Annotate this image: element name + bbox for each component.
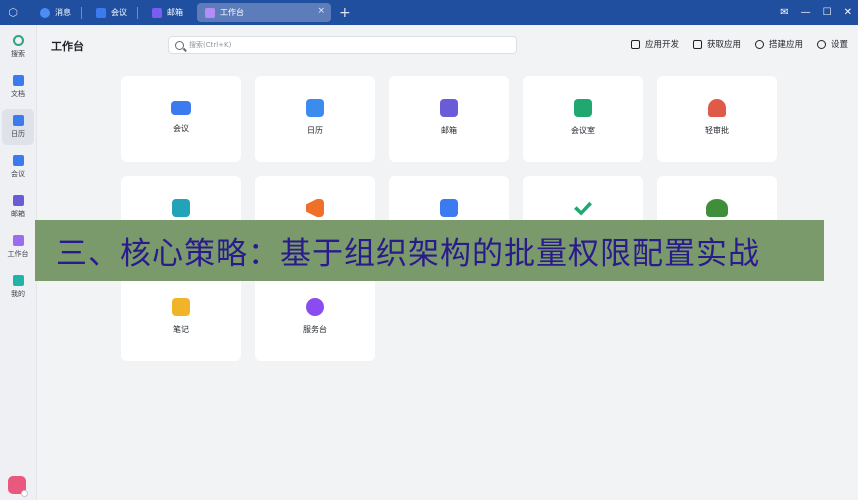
megaphone-icon (306, 199, 324, 217)
app-card-approval[interactable]: 轻审批 (657, 76, 777, 162)
tab-workbench[interactable]: 工作台 × (197, 3, 331, 22)
workbench-icon (12, 235, 24, 246)
build-app-button[interactable]: 搭建应用 (754, 38, 803, 50)
minimize-button[interactable]: — (801, 7, 811, 18)
rail-label: 我的 (11, 290, 25, 298)
rail-label: 文档 (11, 90, 25, 98)
build-app-icon (754, 39, 764, 49)
service-agent-icon (306, 298, 324, 316)
rail-label: 会议 (11, 170, 25, 178)
tab-label: 工作台 (220, 8, 244, 17)
app-label: 服务台 (303, 325, 327, 334)
rail-item-docs[interactable]: 文档 (2, 69, 34, 105)
notes-edit-icon (440, 199, 458, 217)
search-icon (12, 35, 24, 46)
notebook-icon (172, 298, 190, 316)
overlay-banner: 三、核心策略：基于组织架构的批量权限配置实战 (35, 220, 824, 281)
maximize-button[interactable]: ☐ (823, 7, 832, 18)
tab-messages[interactable]: 消息 (26, 0, 81, 25)
banner-text: 三、核心策略：基于组织架构的批量权限配置实战 (56, 236, 760, 272)
calendar-icon (306, 99, 324, 117)
settings-button[interactable]: 设置 (816, 38, 848, 50)
search-icon (175, 40, 184, 50)
check-icon (574, 201, 592, 216)
rail-item-calendar[interactable]: 日历 (2, 109, 34, 145)
rail-item-me[interactable]: 我的 (2, 269, 34, 305)
mailbox-icon (12, 195, 24, 206)
app-label: 笔记 (173, 325, 189, 334)
rail-item-mailbox[interactable]: 邮箱 (2, 189, 34, 225)
mailbox-icon (440, 99, 458, 117)
header-actions: 应用开发 获取应用 搭建应用 设置 (630, 38, 848, 50)
rail-item-meetings[interactable]: 会议 (2, 149, 34, 185)
rail-label: 邮箱 (11, 210, 25, 218)
tab-meetings[interactable]: 会议 (82, 0, 137, 25)
app-card-service-desk[interactable]: 服务台 (255, 275, 375, 361)
app-label: 会议 (173, 124, 189, 133)
user-cube-icon (12, 275, 24, 286)
title-bar: ⬡ 消息 会议 邮箱 工作台 × + ✉ — ☐ ✕ (0, 0, 858, 25)
document-icon (12, 75, 24, 86)
app-label: 日历 (307, 126, 323, 135)
rail-item-search[interactable]: 搜索 (2, 29, 34, 65)
action-label: 应用开发 (644, 40, 679, 50)
status-dot-icon (21, 490, 28, 497)
search-box[interactable] (168, 36, 517, 54)
action-label: 搭建应用 (768, 40, 803, 50)
chat-icon[interactable]: ✉ (780, 7, 788, 18)
gear-icon (816, 39, 826, 49)
video-camera-icon (96, 7, 106, 18)
action-label: 设置 (830, 40, 848, 50)
app-label: 轻审批 (705, 126, 729, 135)
video-camera-icon (171, 101, 191, 115)
team-icon (706, 199, 728, 217)
app-develop-icon (630, 39, 640, 49)
action-label: 获取应用 (706, 40, 741, 50)
app-logo-icon: ⬡ (8, 6, 18, 19)
video-camera-icon (12, 155, 24, 166)
tab-mailbox[interactable]: 邮箱 (138, 0, 193, 25)
printer-icon (172, 199, 190, 217)
app-card-notebook[interactable]: 笔记 (121, 275, 241, 361)
rail-label: 日历 (11, 130, 25, 138)
app-develop-button[interactable]: 应用开发 (630, 38, 679, 50)
rail-item-workbench[interactable]: 工作台 (2, 229, 34, 265)
calendar-icon (12, 115, 24, 126)
rail-label: 搜索 (11, 50, 25, 58)
window-controls: ✉ — ☐ ✕ (780, 0, 852, 25)
stamp-icon (708, 99, 726, 117)
tab-label: 消息 (55, 8, 71, 17)
get-app-button[interactable]: 获取应用 (692, 38, 741, 50)
close-icon[interactable]: × (317, 6, 325, 16)
meeting-room-icon (574, 99, 592, 117)
app-label: 会议室 (571, 126, 595, 135)
new-tab-button[interactable]: + (339, 5, 351, 21)
chat-bubbles-icon (40, 7, 50, 18)
get-app-icon (692, 39, 702, 49)
close-window-button[interactable]: ✕ (844, 7, 852, 18)
tab-label: 邮箱 (167, 8, 183, 17)
tab-label: 会议 (111, 8, 127, 17)
workbench-icon (205, 7, 215, 18)
app-card-meeting-room[interactable]: 会议室 (523, 76, 643, 162)
app-label: 邮箱 (441, 126, 457, 135)
rail-label: 工作台 (7, 250, 29, 258)
mailbox-icon (152, 7, 162, 18)
app-card-meetings[interactable]: 会议 (121, 76, 241, 162)
left-rail: 搜索 文档 日历 会议 邮箱 工作台 我的 (0, 25, 37, 500)
search-input[interactable] (189, 41, 489, 49)
page-title: 工作台 (51, 40, 84, 53)
app-card-mailbox[interactable]: 邮箱 (389, 76, 509, 162)
app-card-calendar[interactable]: 日历 (255, 76, 375, 162)
